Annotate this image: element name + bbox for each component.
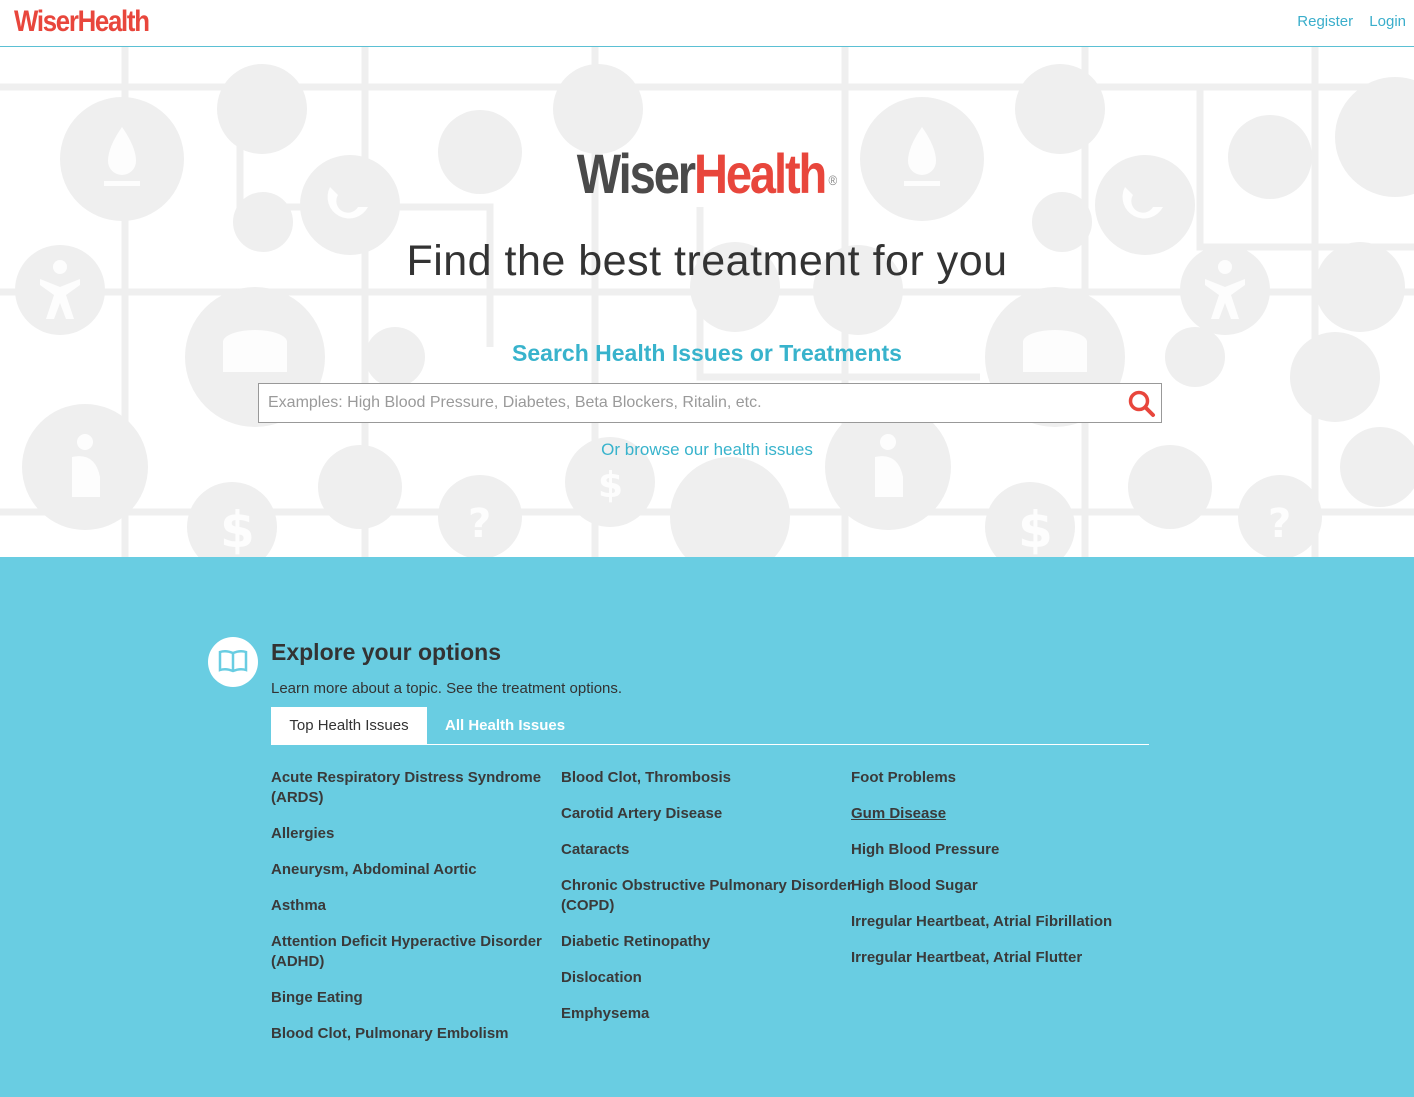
- svg-text:?: ?: [468, 501, 491, 547]
- health-issue-link[interactable]: Carotid Artery Disease: [561, 804, 861, 824]
- navbar-logo[interactable]: WiserHealth: [14, 4, 150, 40]
- register-link[interactable]: Register: [1297, 13, 1353, 30]
- health-issue-link[interactable]: Gum Disease: [851, 804, 1151, 824]
- book-icon-circle: [208, 637, 258, 687]
- health-issue-link[interactable]: High Blood Pressure: [851, 840, 1151, 860]
- background-health-icons-pattern: $ $ $ ? ?: [0, 47, 1414, 557]
- health-issue-link[interactable]: Asthma: [271, 896, 556, 916]
- book-icon: [218, 649, 248, 673]
- svg-text:?: ?: [1268, 501, 1291, 547]
- health-issue-link[interactable]: Emphysema: [561, 1004, 861, 1024]
- search-box: [258, 383, 1162, 423]
- navbar-links: Register Login: [1285, 13, 1406, 30]
- explore-title: Explore your options: [271, 639, 502, 665]
- health-issue-link[interactable]: Aneurysm, Abdominal Aortic: [271, 860, 556, 880]
- explore-section: Explore your options Learn more about a …: [0, 557, 1414, 1097]
- health-issue-link[interactable]: Blood Clot, Pulmonary Embolism: [271, 1024, 556, 1044]
- search-input[interactable]: [259, 384, 1119, 422]
- browse-container: Or browse our health issues: [0, 440, 1414, 460]
- health-issue-link[interactable]: Acute Respiratory Distress Syndrome (ARD…: [271, 768, 556, 808]
- login-link[interactable]: Login: [1369, 13, 1406, 30]
- health-issue-link[interactable]: Cataracts: [561, 840, 861, 860]
- svg-text:$: $: [1018, 501, 1053, 557]
- health-issue-link[interactable]: Binge Eating: [271, 988, 556, 1008]
- hero-logo-health: Health: [693, 142, 827, 205]
- health-issue-link[interactable]: Allergies: [271, 824, 556, 844]
- health-issue-link[interactable]: Attention Deficit Hyperactive Disorder (…: [271, 932, 556, 972]
- health-issue-link[interactable]: Irregular Heartbeat, Atrial Flutter: [851, 948, 1151, 968]
- tab-top-health-issues[interactable]: Top Health Issues: [271, 707, 427, 744]
- health-issue-link[interactable]: High Blood Sugar: [851, 876, 1151, 896]
- hero-section: $ $ $ ? ? WiserHealth ® Find the best tre…: [0, 47, 1414, 557]
- health-issue-link[interactable]: Foot Problems: [851, 768, 1151, 788]
- page-tagline: Find the best treatment for you: [406, 237, 1008, 285]
- health-issue-link[interactable]: Diabetic Retinopathy: [561, 932, 861, 952]
- search-heading: Search Health Issues or Treatments: [512, 340, 902, 366]
- hero-logo-wiser: Wiser: [576, 142, 696, 205]
- health-issue-link[interactable]: Chronic Obstructive Pulmonary Disorder (…: [561, 876, 861, 916]
- explore-subtitle: Learn more about a topic. See the treatm…: [271, 680, 623, 697]
- browse-health-issues-link[interactable]: Or browse our health issues: [601, 440, 813, 459]
- health-issue-link[interactable]: Irregular Heartbeat, Atrial Fibrillation: [851, 912, 1151, 932]
- tab-all-health-issues[interactable]: All Health Issues: [429, 707, 581, 744]
- issues-column-2: Blood Clot, Thrombosis Carotid Artery Di…: [561, 768, 861, 1040]
- svg-text:$: $: [220, 501, 255, 557]
- issues-column-1: Acute Respiratory Distress Syndrome (ARD…: [271, 768, 556, 1060]
- issues-column-3: Foot Problems Gum Disease High Blood Pre…: [851, 768, 1151, 984]
- search-icon[interactable]: [1127, 389, 1157, 419]
- hero-logo: WiserHealth ®: [0, 142, 1414, 206]
- health-issue-link[interactable]: Dislocation: [561, 968, 861, 988]
- svg-text:$: $: [598, 465, 623, 506]
- health-issue-link[interactable]: Blood Clot, Thrombosis: [561, 768, 861, 788]
- registered-mark: ®: [828, 172, 838, 188]
- health-issues-tabs: Top Health Issues All Health Issues: [271, 707, 1149, 745]
- top-navbar: WiserHealth Register Login: [0, 0, 1414, 47]
